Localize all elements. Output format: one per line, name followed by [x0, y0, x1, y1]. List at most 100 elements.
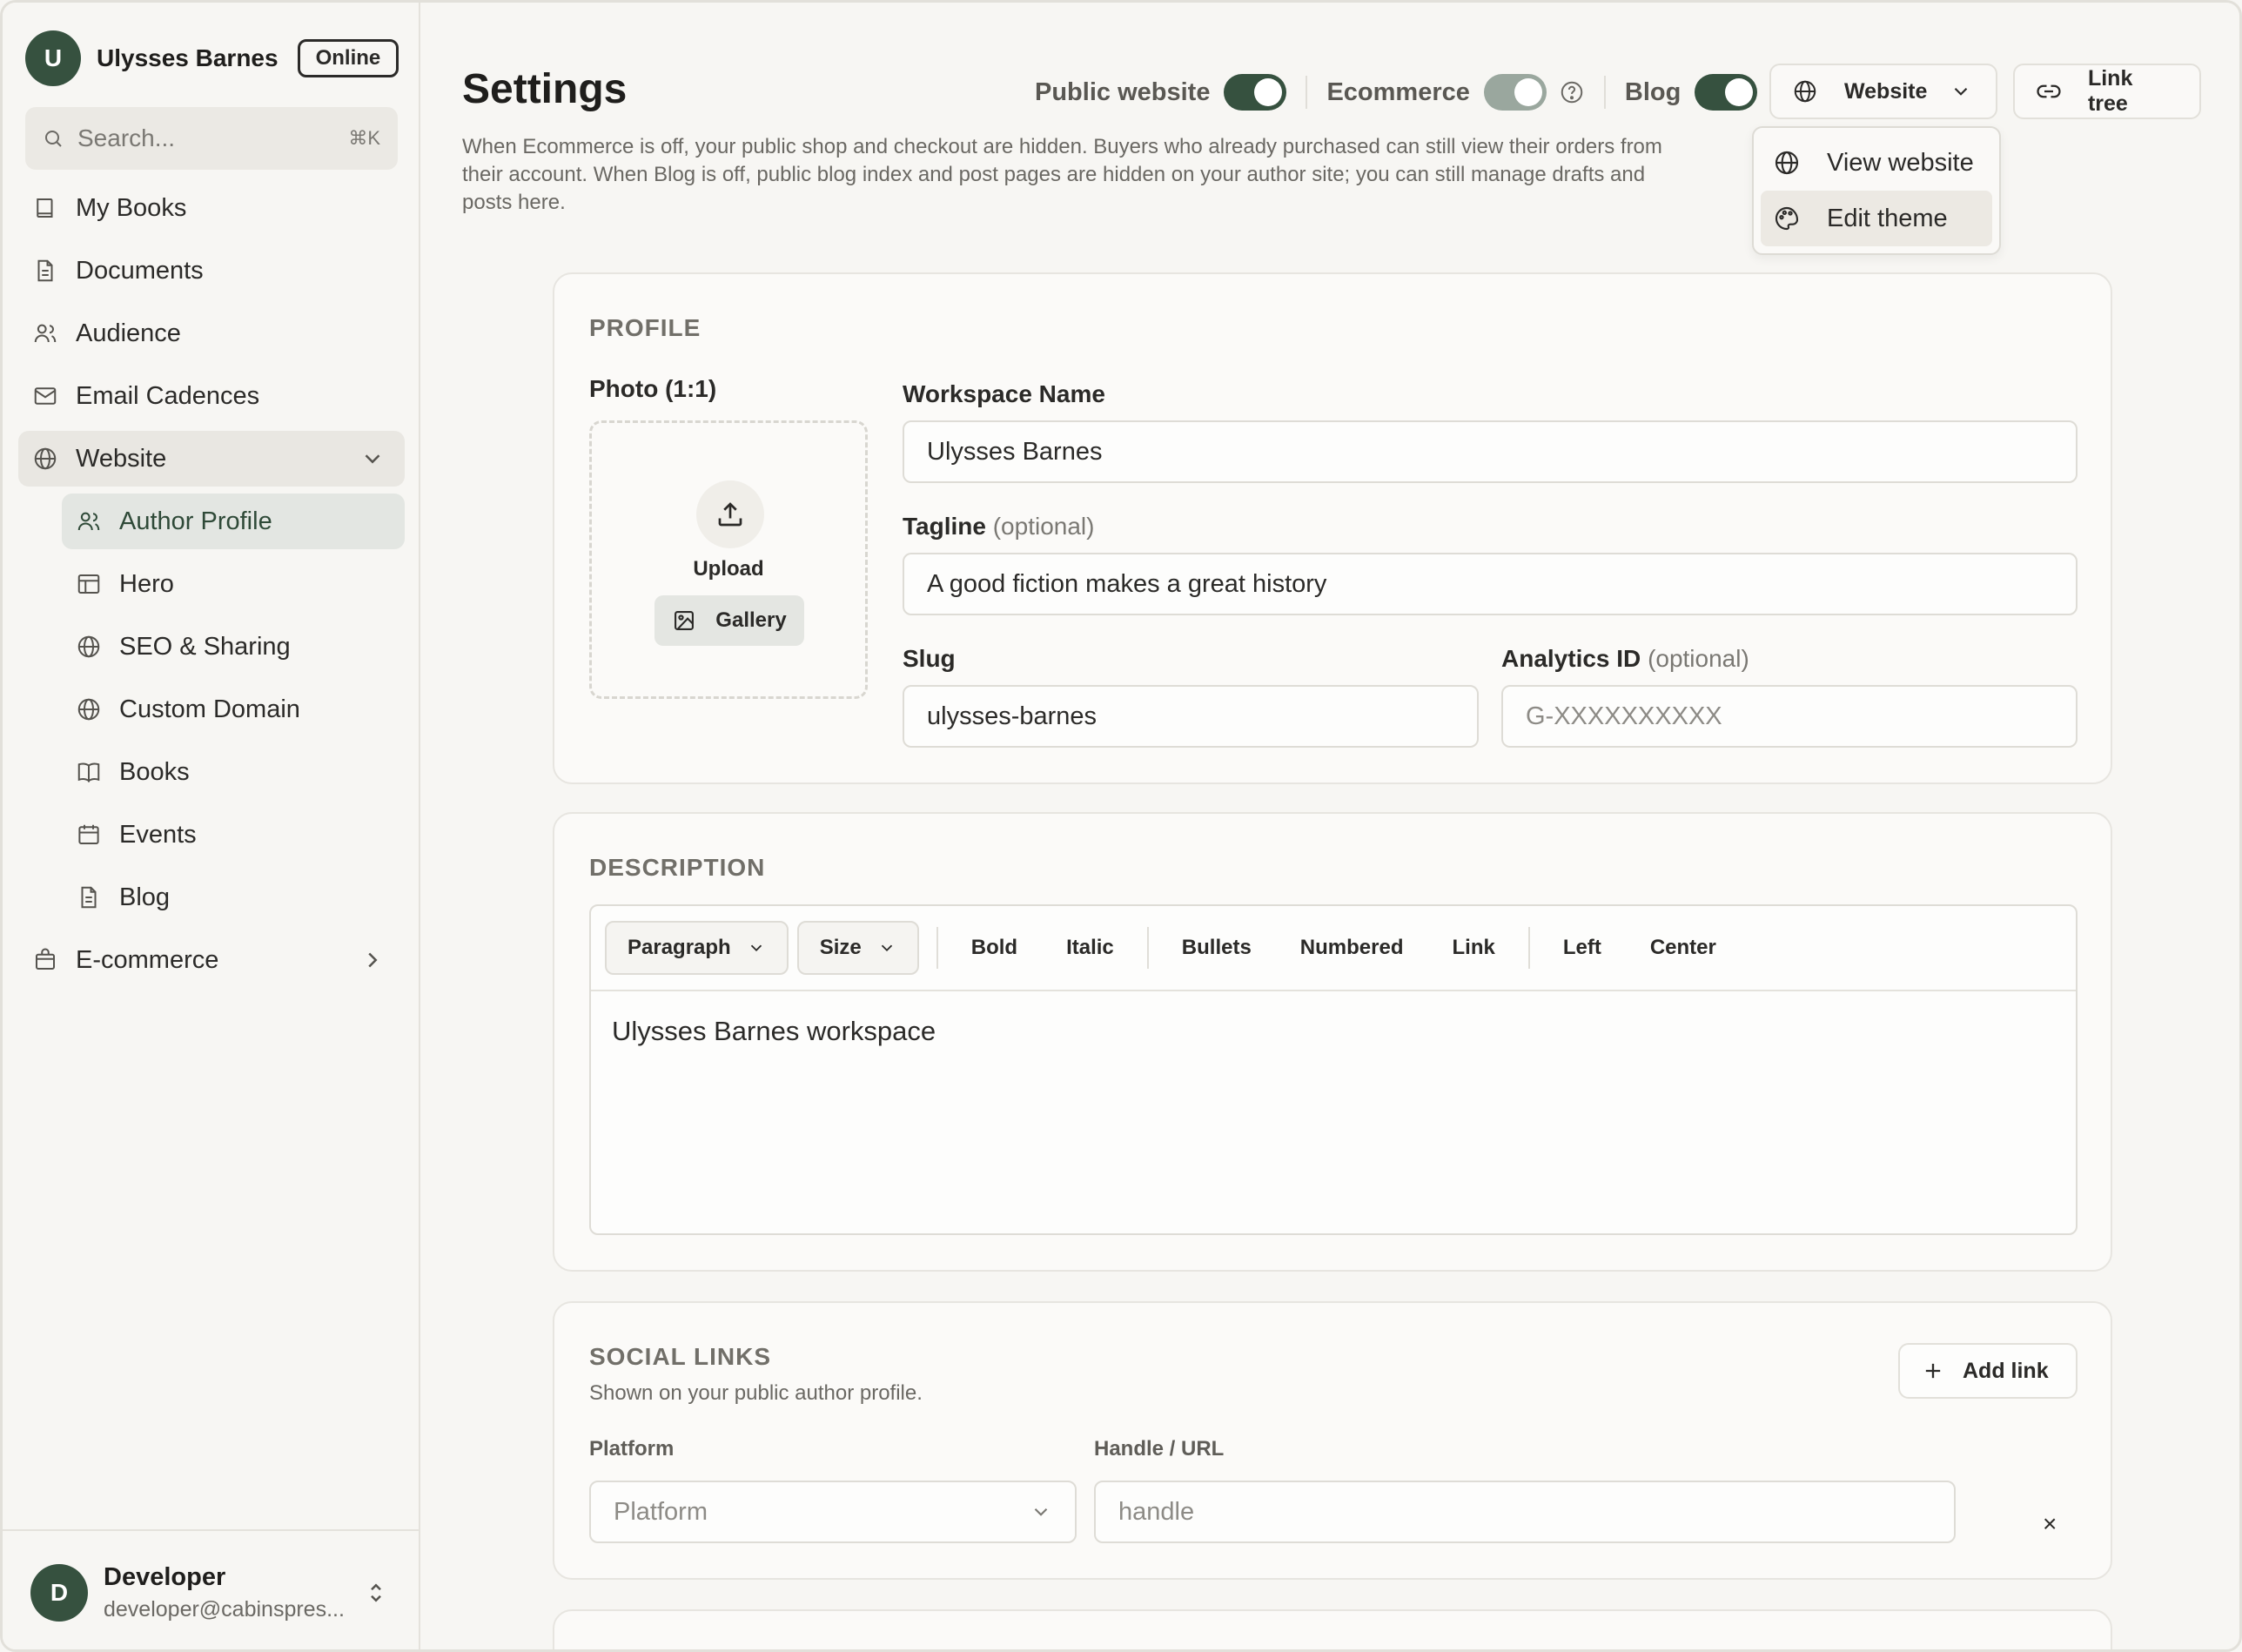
search-placeholder: Search... — [77, 124, 176, 151]
gallery-label: Gallery — [715, 608, 787, 632]
ecommerce-toggle[interactable] — [1483, 74, 1547, 111]
editor-content[interactable]: Ulysses Barnes workspace — [591, 991, 2076, 1071]
sidebar-item-seo-sharing[interactable]: SEO & Sharing — [62, 619, 405, 675]
section-title: SOCIAL LINKS — [589, 1343, 772, 1370]
slug-label: Slug — [903, 645, 956, 672]
public-website-toggle[interactable] — [1224, 74, 1287, 111]
section-title: PROFILE — [589, 314, 701, 341]
sidebar-item-e-commerce[interactable]: E-commerce — [18, 932, 405, 988]
divider — [1603, 76, 1606, 109]
menu-item-view-website[interactable]: View website — [1761, 135, 1992, 191]
book-icon — [37, 198, 53, 218]
divider — [1527, 927, 1530, 969]
select-label: Paragraph — [628, 936, 731, 959]
bold-button[interactable]: Bold — [947, 936, 1042, 960]
slug-input[interactable]: ulysses-barnes — [903, 685, 1479, 748]
sidebar-item-email-cadences[interactable]: Email Cadences — [18, 368, 405, 424]
website-menu-button[interactable]: Website — [1769, 64, 1997, 119]
chevron-down-icon — [881, 944, 892, 952]
sidebar-item-my-books[interactable]: My Books — [18, 180, 405, 236]
social-links-card: SOCIAL LINKS Shown on your public author… — [553, 1301, 2112, 1580]
avatar: U — [25, 30, 81, 86]
gallery-button[interactable]: Gallery — [654, 595, 804, 646]
workspace-name-label: Workspace Name — [903, 380, 1105, 407]
link-button[interactable]: Link — [1427, 936, 1519, 960]
site-toggles: Public website Ecommerce Blog — [1035, 71, 1758, 114]
toggle-label-ecommerce: Ecommerce — [1326, 77, 1470, 106]
menu-item-edit-theme[interactable]: Edit theme — [1761, 191, 1992, 246]
sidebar-item-events[interactable]: Events — [62, 807, 405, 863]
paragraph-style-select[interactable]: Paragraph — [605, 921, 789, 975]
sidebar-item-audience[interactable]: Audience — [18, 306, 405, 361]
description-card: DESCRIPTION Paragraph Size Bold Italic B… — [553, 812, 2112, 1272]
upload-label: Upload — [693, 557, 764, 581]
add-link-button[interactable]: Add link — [1898, 1343, 2078, 1399]
analytics-label-text: Analytics ID — [1501, 645, 1641, 672]
workspace-name: Ulysses Barnes — [97, 44, 279, 71]
search-input[interactable]: Search... ⌘K — [25, 107, 398, 170]
plus-icon — [1925, 1363, 1941, 1379]
page-description: When Ecommerce is off, your public shop … — [462, 135, 1662, 214]
optional-hint: (optional) — [992, 513, 1095, 540]
sidebar-item-custom-domain[interactable]: Custom Domain — [62, 682, 405, 737]
align-left-button[interactable]: Left — [1539, 936, 1626, 960]
palette-icon — [1775, 206, 1799, 231]
photo-label: Photo (1:1) — [589, 375, 717, 402]
tagline-label-text: Tagline — [903, 513, 986, 540]
shopping-bag-icon — [36, 948, 55, 970]
document-icon — [81, 886, 97, 909]
document-icon — [37, 259, 53, 282]
remove-link-button[interactable]: × — [2043, 1510, 2057, 1538]
platform-label: Platform — [589, 1437, 675, 1461]
sidebar-item-label: Events — [119, 820, 197, 849]
calendar-icon — [78, 824, 99, 844]
workspace-name-input[interactable]: Ulysses Barnes — [903, 420, 2078, 483]
handle-url-input[interactable]: handle — [1094, 1481, 1956, 1543]
bullets-button[interactable]: Bullets — [1158, 936, 1276, 960]
analytics-id-input[interactable]: G-XXXXXXXXXX — [1501, 685, 2078, 748]
help-circle-icon[interactable] — [1559, 79, 1585, 105]
align-center-button[interactable]: Center — [1626, 936, 1741, 960]
workspace-header[interactable]: U Ulysses Barnes Online — [25, 29, 399, 88]
sidebar-item-documents[interactable]: Documents — [18, 243, 405, 299]
font-size-select[interactable]: Size — [796, 921, 919, 975]
rich-text-editor: Paragraph Size Bold Italic Bullets Numbe… — [589, 904, 2078, 1235]
sidebar: U Ulysses Barnes Online Search... ⌘K My … — [3, 3, 420, 1649]
open-book-icon — [77, 762, 100, 782]
status-badge: Online — [297, 39, 399, 77]
website-dropdown-menu: View website Edit theme — [1752, 126, 2001, 255]
menu-item-label: View website — [1827, 148, 1974, 177]
users-icon — [34, 324, 57, 343]
link-tree-button[interactable]: Link tree — [2013, 64, 2201, 119]
main-content: Settings When Ecommerce is off, your pub… — [420, 3, 2239, 1649]
users-icon — [77, 512, 100, 531]
platform-select[interactable]: Platform — [589, 1481, 1077, 1543]
tagline-input[interactable]: A good fiction makes a great history — [903, 553, 2078, 615]
sidebar-item-website[interactable]: Website — [18, 431, 405, 487]
blog-toggle[interactable] — [1695, 74, 1758, 111]
sidebar-item-blog[interactable]: Blog — [62, 870, 405, 925]
globe-icon — [1794, 80, 1816, 103]
image-icon — [675, 611, 695, 630]
sidebar-nav: My Books Documents Audience Email Cadenc… — [18, 180, 405, 995]
sidebar-item-label: SEO & Sharing — [119, 632, 291, 661]
sidebar-item-author-profile[interactable]: Author Profile — [62, 494, 405, 549]
upload-icon — [718, 502, 742, 527]
mail-icon — [34, 387, 57, 405]
sidebar-item-books[interactable]: Books — [62, 744, 405, 800]
photo-dropzone[interactable]: Upload Gallery — [589, 420, 868, 699]
avatar: D — [30, 1564, 88, 1622]
optional-hint: (optional) — [1648, 645, 1749, 672]
upload-button[interactable] — [696, 480, 764, 548]
sidebar-item-label: Custom Domain — [119, 695, 300, 723]
editor-toolbar: Paragraph Size Bold Italic Bullets Numbe… — [591, 906, 2076, 991]
divider — [1146, 927, 1149, 969]
account-switcher[interactable]: D Developer developer@cabinspres... — [3, 1529, 420, 1649]
numbered-button[interactable]: Numbered — [1276, 936, 1428, 960]
sidebar-item-hero[interactable]: Hero — [62, 556, 405, 612]
chevrons-up-down-icon — [371, 1583, 381, 1602]
italic-button[interactable]: Italic — [1042, 936, 1138, 960]
tagline-label: Tagline (optional) — [903, 513, 1094, 541]
sidebar-item-label: Author Profile — [119, 507, 272, 535]
sidebar-item-label: Books — [119, 757, 190, 786]
